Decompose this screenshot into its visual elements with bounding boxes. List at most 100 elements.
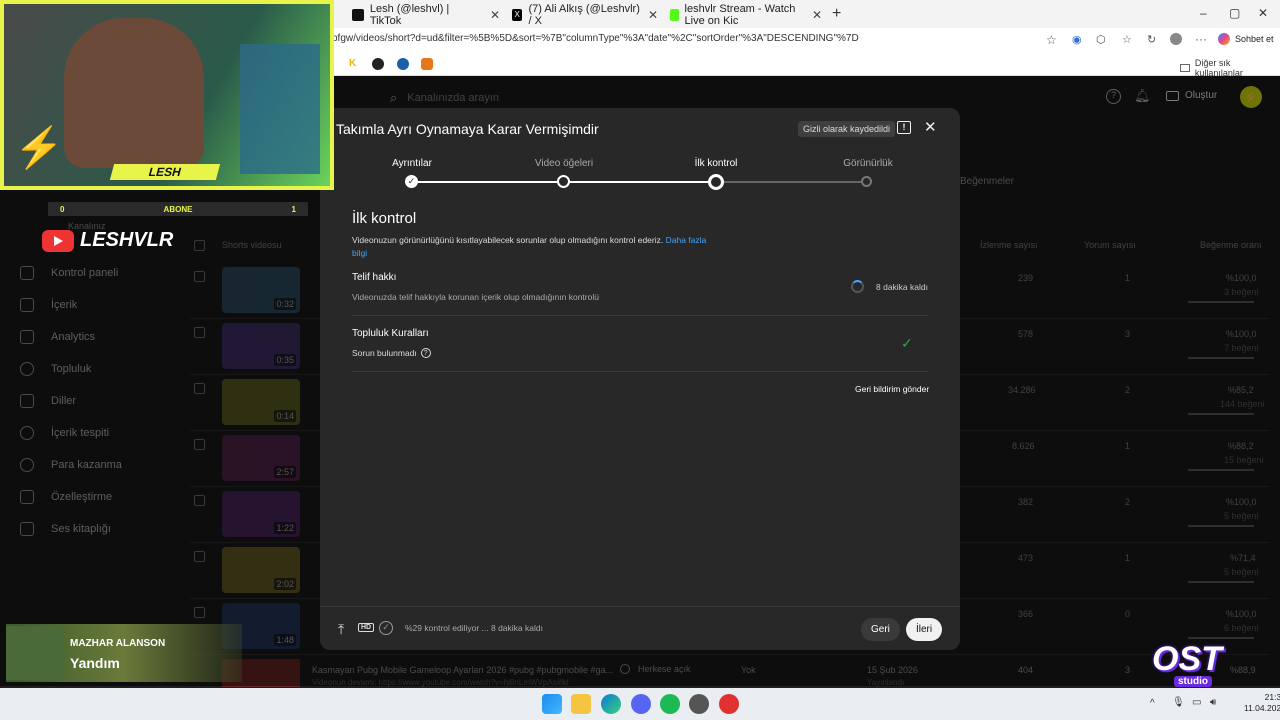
processing-status: %29 kontrol ediliyor ... 8 dakika kaldı [405,623,543,633]
copyright-title: Telif hakkı [352,272,397,283]
x-logo-icon: X [512,9,523,21]
back-button[interactable]: Geri [861,618,900,641]
tray-chevron-icon[interactable]: ^ [1150,698,1155,709]
check-mark-icon: ✓ [901,335,913,351]
windows-start-icon[interactable] [542,694,562,714]
dialog-title: Takımla Ayrı Oynamaya Karar Vermişimdir [336,121,599,137]
kick-icon [670,9,679,21]
community-status-text: Sorun bulunmadı [352,348,417,358]
song-artist: MAZHAR ALANSON [70,638,166,649]
section-description: Videonuzun görünürlüğünü kısıtlayabilece… [352,234,712,260]
edge-browser-icon[interactable] [601,694,621,714]
new-tab-button[interactable]: + [832,5,841,23]
bookmark-k-icon[interactable]: K [349,58,356,69]
ost-logo-text: OST [1152,640,1222,678]
step-details-check-icon[interactable]: ✓ [405,175,418,188]
more-menu-icon[interactable]: ··· [1195,32,1207,46]
streamer-figure [64,18,204,168]
section-title: İlk kontrol [352,210,417,227]
network-icon[interactable]: ▭ [1192,697,1201,708]
community-status: Sorun bulunmadı ? [352,348,431,358]
divider [352,371,928,372]
loading-spinner-icon [851,280,864,293]
bookmark-steam-icon[interactable] [397,58,409,70]
counter-right: 1 [291,204,296,214]
upload-icon: ⤒ [338,621,345,637]
history-icon[interactable]: ↻ [1147,33,1156,46]
favorites-icon[interactable]: ☆ [1122,33,1132,46]
step-video-elements-label[interactable]: Video öğeleri [519,158,609,169]
step-visibility-label[interactable]: Görünürlük [823,158,913,169]
webcam-overlay: LESH ⚡ [0,0,334,190]
profile-avatar[interactable] [1170,33,1182,45]
section-description-text: Videonuzun görünürlüğünü kısıtlayabilece… [352,235,664,245]
step-checks-dot[interactable] [708,174,724,190]
community-guidelines-title: Topluluk Kuralları [352,328,429,339]
help-circle-icon[interactable]: ? [420,348,431,358]
close-window-button[interactable]: ✕ [1258,6,1268,20]
favorite-star-icon[interactable]: ☆ [1046,33,1057,47]
minimize-button[interactable]: – [1200,6,1207,20]
tab-tiktok[interactable]: Lesh (@leshvl) | TikTok ✕ [346,3,506,27]
file-explorer-icon[interactable] [571,694,591,714]
extensions-icon[interactable]: ⬡ [1096,33,1106,46]
close-tab-icon[interactable]: ✕ [640,8,658,22]
eagle-banner [240,44,320,174]
hd-icon: HD [358,623,375,632]
send-feedback-link[interactable]: Geri bildirim gönder [855,384,929,394]
channel-logo-text: LESHVLR [80,229,174,251]
stepper-remaining-line [718,181,866,183]
copyright-description: Videonuzda telif hakkıyla korunan içerik… [352,292,599,302]
read-aloud-icon[interactable]: ◉ [1072,33,1082,46]
check-circle-icon: ✓ [379,621,393,635]
counter-left: 0 [60,204,65,214]
close-icon[interactable]: ✕ [924,118,937,136]
folder-icon [1180,64,1190,72]
recording-app-icon[interactable] [719,694,739,714]
upload-dialog: Takımla Ayrı Oynamaya Karar Vermişimdir … [320,108,960,650]
volume-icon[interactable]: 🔊︎ [1210,697,1216,708]
song-title: Yandım [70,655,120,671]
spotify-icon[interactable] [660,694,680,714]
dialog-footer: ⤒ HD ✓ %29 kontrol ediliyor ... 8 dakika… [320,606,960,650]
subscriber-counter: 0 ABONE 1 [48,202,308,216]
tab-title: Lesh (@leshvl) | TikTok [369,3,450,27]
ost-studio-logo: OST studio [1152,640,1240,688]
other-bookmarks[interactable]: Diğer sık kullanılanlar [1180,58,1280,78]
clock[interactable]: 21:35 11.04.2026 [1244,692,1280,714]
step-visibility-dot[interactable] [861,176,872,187]
channel-logo: LESHVLR [42,229,173,252]
copyright-status: 8 dakika kaldı [876,282,928,292]
copilot-button[interactable]: Sohbet et [1218,33,1274,45]
streamer-name-plate: LESH [109,164,221,180]
tab-x[interactable]: X (7) Ali Alkış (@Leshvlr) / X ✕ [506,3,664,27]
bookmark-github-icon[interactable] [372,58,384,70]
album-art [6,626,64,680]
feedback-icon[interactable]: ! [897,121,911,134]
clock-date: 11.04.2026 [1244,703,1280,713]
tab-title: leshvlr Stream - Watch Live on Kic [684,3,796,27]
discord-icon[interactable] [631,694,651,714]
youtube-play-icon [42,229,74,252]
ost-logo-subtext: studio [1174,676,1212,687]
tab-kick[interactable]: leshvlr Stream - Watch Live on Kic ✕ [664,3,828,27]
close-tab-icon[interactable]: ✕ [482,8,500,22]
tiktok-icon [352,9,364,21]
step-checks-label[interactable]: İlk kontrol [671,158,761,169]
clock-time: 21:35 [1264,692,1280,702]
counter-label: ABONE [163,204,193,214]
url-field[interactable]: pfgw/videos/short?d=ud&filter=%5B%5D&sor… [332,33,859,44]
copilot-icon [1218,33,1230,45]
tab-title: (7) Ali Alkış (@Leshvlr) / X [528,3,640,27]
saved-status-badge: Gizli olarak kaydedildi [798,121,896,137]
step-video-elements-dot[interactable] [557,175,570,188]
other-bookmarks-label: Diğer sık kullanılanlar [1194,58,1243,78]
close-tab-icon[interactable]: ✕ [804,8,822,22]
step-details-label[interactable]: Ayrıntılar [367,158,457,169]
obs-icon[interactable] [689,694,709,714]
next-button[interactable]: İleri [906,618,943,641]
divider [352,315,928,316]
bookmark-app-icon[interactable] [421,58,433,70]
microphone-icon[interactable]: 🎙︎ [1172,697,1185,708]
maximize-button[interactable]: ▢ [1229,6,1240,20]
